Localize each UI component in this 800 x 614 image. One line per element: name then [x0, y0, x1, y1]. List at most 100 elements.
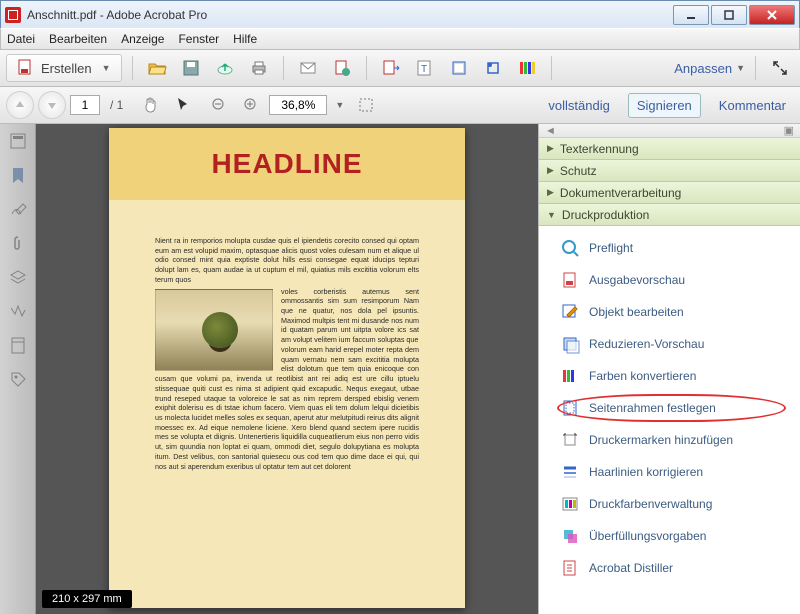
- create-pdf-icon: [17, 59, 35, 77]
- tool-druckfarben[interactable]: Druckfarbenverwaltung: [539, 488, 800, 520]
- tag-icon[interactable]: [9, 370, 27, 388]
- expand-icon: [771, 59, 789, 77]
- hand-tool-button[interactable]: [137, 91, 165, 119]
- section-druckproduktion[interactable]: ▼Druckproduktion: [539, 204, 800, 226]
- create-button[interactable]: Erstellen ▼: [6, 54, 122, 82]
- color-convert-icon: [561, 367, 579, 385]
- window-title: Anschnitt.pdf - Adobe Acrobat Pro: [27, 8, 671, 22]
- zoom-out-button[interactable]: [205, 91, 233, 119]
- export-pdf-button[interactable]: [377, 54, 405, 82]
- zigzag-icon[interactable]: [9, 302, 27, 320]
- document-viewport[interactable]: HEADLINE Nient ra in remporios molupta c…: [36, 124, 538, 614]
- color-button[interactable]: [513, 54, 541, 82]
- pdf-share-icon: [333, 59, 351, 77]
- print-button[interactable]: [245, 54, 273, 82]
- toolbar-nav: / 1 ▼ vollständig Signieren Kommentar: [0, 87, 800, 124]
- layers-icon[interactable]: [9, 268, 27, 286]
- cloud-up-icon: [216, 59, 234, 77]
- tool-preflight[interactable]: Preflight: [539, 232, 800, 264]
- bookmark-icon[interactable]: [9, 166, 27, 184]
- fullscreen-button[interactable]: [766, 54, 794, 82]
- share-button[interactable]: [328, 54, 356, 82]
- menu-datei[interactable]: Datei: [7, 32, 35, 46]
- flatten-icon: [561, 335, 579, 353]
- link-signieren[interactable]: Signieren: [628, 93, 701, 118]
- menu-bearbeiten[interactable]: Bearbeiten: [49, 32, 107, 46]
- tool-objekt-bearbeiten[interactable]: Objekt bearbeiten: [539, 296, 800, 328]
- section-schutz[interactable]: ▶Schutz: [539, 160, 800, 182]
- menu-bar: Datei Bearbeiten Anzeige Fenster Hilfe: [0, 28, 800, 50]
- attachments-icon[interactable]: [9, 234, 27, 252]
- arrow-up-icon: [14, 99, 26, 111]
- text-edit-icon: T: [416, 59, 434, 77]
- svg-text:T: T: [421, 64, 427, 75]
- crop-button[interactable]: [479, 54, 507, 82]
- menu-hilfe[interactable]: Hilfe: [233, 32, 257, 46]
- output-preview-icon: [561, 271, 579, 289]
- thumbnails-icon[interactable]: [9, 132, 27, 150]
- close-button[interactable]: [749, 5, 795, 25]
- page-total: / 1: [110, 98, 123, 112]
- tools-panel: ◄ ▣ ▶Texterkennung ▶Schutz ▶Dokumentvera…: [538, 124, 800, 614]
- page-number-input[interactable]: [70, 95, 100, 115]
- printer-icon: [250, 59, 268, 77]
- edit-text-button[interactable]: T: [411, 54, 439, 82]
- chevron-down-icon[interactable]: ▼: [335, 100, 344, 110]
- tool-distiller[interactable]: Acrobat Distiller: [539, 552, 800, 584]
- menu-fenster[interactable]: Fenster: [178, 32, 219, 46]
- chevron-right-icon: ▶: [547, 165, 554, 176]
- tree-image: [155, 289, 273, 371]
- tool-seitenrahmen-festlegen[interactable]: Seitenrahmen festlegen: [539, 392, 800, 424]
- maximize-button[interactable]: [711, 5, 747, 25]
- printer-marks-button[interactable]: [445, 54, 473, 82]
- window-titlebar: Anschnitt.pdf - Adobe Acrobat Pro: [0, 0, 800, 28]
- ink-manager-icon: [561, 495, 579, 513]
- page-down-button[interactable]: [38, 91, 66, 119]
- save-icon: [182, 59, 200, 77]
- select-tool-button[interactable]: [169, 91, 197, 119]
- link-vollstaendig[interactable]: vollständig: [540, 94, 617, 117]
- printer-marks-icon: [561, 431, 579, 449]
- tool-farben-konvertieren[interactable]: Farben konvertieren: [539, 360, 800, 392]
- cursor-icon: [174, 96, 192, 114]
- left-sidebar: [0, 124, 36, 614]
- email-button[interactable]: [294, 54, 322, 82]
- edit-object-icon: [561, 303, 579, 321]
- section-dokumentverarbeitung[interactable]: ▶Dokumentverarbeitung: [539, 182, 800, 204]
- page-box-icon[interactable]: [9, 336, 27, 354]
- page-headline: HEADLINE: [211, 148, 362, 180]
- menu-anzeige[interactable]: Anzeige: [121, 32, 164, 46]
- save-button[interactable]: [177, 54, 205, 82]
- document-page: HEADLINE Nient ra in remporios molupta c…: [109, 128, 465, 608]
- link-kommentar[interactable]: Kommentar: [711, 94, 794, 117]
- app-icon: [5, 7, 21, 23]
- panel-collapse-button[interactable]: ◄ ▣: [539, 124, 800, 138]
- minimize-button[interactable]: [673, 5, 709, 25]
- page-boxes-icon: [561, 399, 579, 417]
- chevron-right-icon: ▶: [547, 187, 554, 198]
- tool-druckermarken[interactable]: Druckermarken hinzufügen: [539, 424, 800, 456]
- create-label: Erstellen: [41, 61, 92, 76]
- page-up-button[interactable]: [6, 91, 34, 119]
- trap-presets-icon: [561, 527, 579, 545]
- section-texterkennung[interactable]: ▶Texterkennung: [539, 138, 800, 160]
- zoom-in-button[interactable]: [237, 91, 265, 119]
- tool-reduzieren-vorschau[interactable]: Reduzieren-Vorschau: [539, 328, 800, 360]
- chevron-down-icon: ▼: [547, 210, 556, 220]
- tool-ueberfuellung[interactable]: Überfüllungsvorgaben: [539, 520, 800, 552]
- arrow-down-icon: [46, 99, 58, 111]
- distiller-icon: [561, 559, 579, 577]
- folder-open-icon: [148, 59, 166, 77]
- marquee-zoom-button[interactable]: [352, 91, 380, 119]
- zoom-input[interactable]: [269, 95, 327, 115]
- customize-button[interactable]: Anpassen ▼: [674, 61, 745, 76]
- signatures-icon[interactable]: [9, 200, 27, 218]
- tool-ausgabevorschau[interactable]: Ausgabevorschau: [539, 264, 800, 296]
- chevron-right-icon: ▶: [547, 143, 554, 154]
- open-button[interactable]: [143, 54, 171, 82]
- print-page-icon: [450, 59, 468, 77]
- chevron-down-icon: ▼: [736, 63, 745, 73]
- hand-icon: [142, 96, 160, 114]
- cloud-button[interactable]: [211, 54, 239, 82]
- tool-haarlinien[interactable]: Haarlinien korrigieren: [539, 456, 800, 488]
